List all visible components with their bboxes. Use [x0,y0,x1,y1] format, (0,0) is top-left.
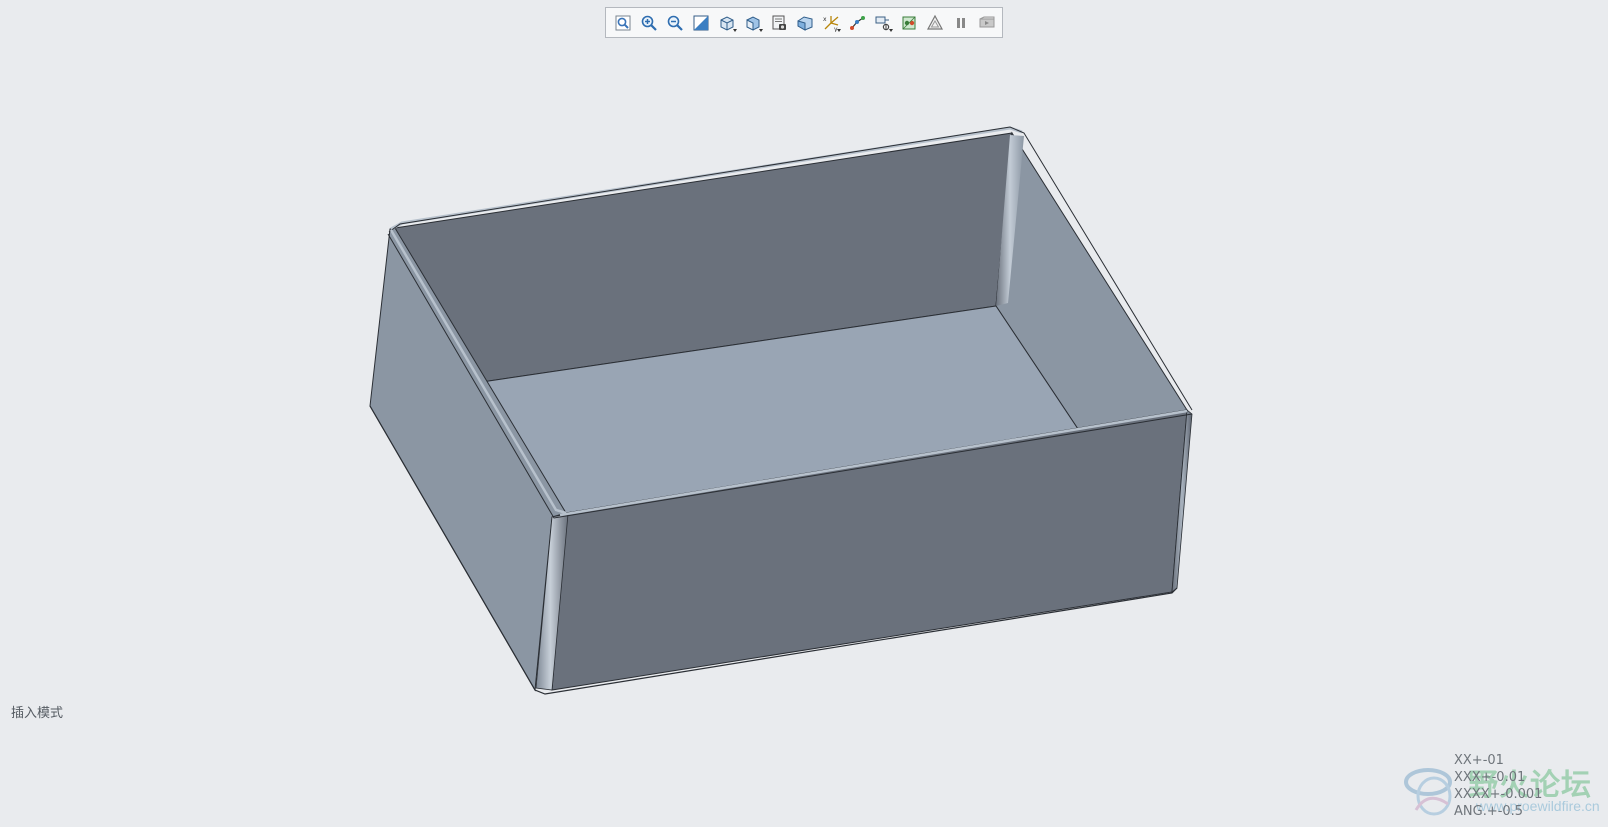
insert-mode-label: 插入模式 [11,706,64,721]
tolerance-table: XX+-01 XXX+-0.01 XXXX+-0.001 ANG.+-0.5 [1454,752,1542,820]
model-box[interactable] [0,0,1608,827]
tolerance-line: XXXX+-0.001 [1454,787,1543,802]
graphics-window[interactable]: x y 插入模式 野火论坛 www.proewildfire.cn XX+-01… [0,0,1608,827]
tolerance-line: XXX+-0.01 [1454,770,1526,785]
tolerance-line: XX+-01 [1454,753,1504,768]
tolerance-line: ANG.+-0.5 [1454,804,1524,819]
